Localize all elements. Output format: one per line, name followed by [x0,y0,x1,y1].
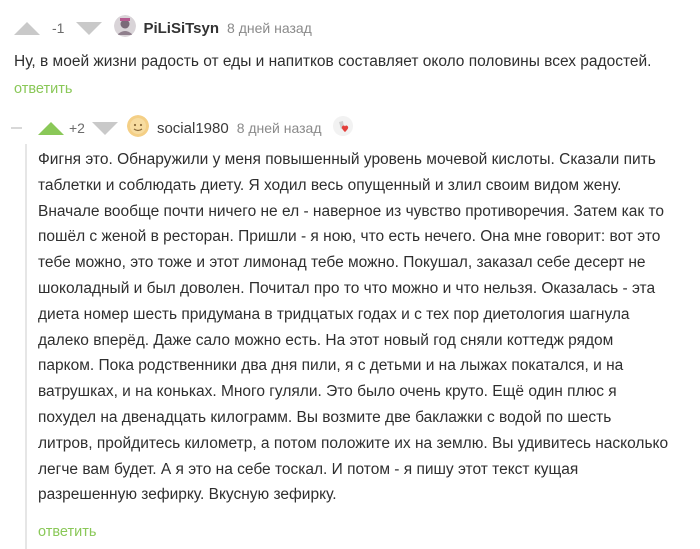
comment-1-header: -1 PiLiSiTsyn 8 дней назад [14,14,312,42]
upvote-arrow-icon[interactable] [14,21,40,35]
comment-rating: -1 [52,20,65,36]
comment-text-line: парком. Пока родственники два дня пили, … [38,357,624,375]
comment-text-line: диета номер шесть придумана в тридцатых … [38,305,630,323]
comment-text-line: Фигня это. Обнаружили у меня повышенный … [38,151,656,168]
reply-link[interactable]: ответить [14,81,72,97]
thread-line[interactable] [25,144,27,549]
avatar[interactable] [126,114,149,142]
comment-2-header: +2 social1980 8 дней назад [38,114,354,142]
comment-rating: +2 [69,120,85,136]
downvote-arrow-icon[interactable] [91,121,118,135]
upvote-arrow-icon[interactable] [38,121,64,135]
comment-text-line: далеко вперёд. Даже сало можно есть. На … [38,331,614,349]
comment-text-line: Вначале вообще почти ничего не ел - наве… [38,202,665,220]
comment-text-line: литров, пройдитесь километр, а потом пол… [38,434,669,452]
comment-text: Фигня это. Обнаружили у меня повышенный … [38,147,698,508]
downvote-arrow-icon[interactable] [76,21,103,35]
comment-text-line: разрешенную зефирку. Вкусную зефирку. [38,486,337,504]
comment-username[interactable]: PiLiSiTsyn [143,20,219,37]
comment-text-line: тебе можно, это тоже и этот лимонад тебе… [38,254,646,272]
comment-text-line: легче вам будет. А я это на себе тоскал.… [38,460,579,478]
reply-link[interactable]: ответить [38,524,96,540]
collapse-thread-control[interactable] [11,127,22,129]
comment-text-line: похудел на двенадцать килограмм. Вы возм… [38,408,612,426]
comment-text-line: таблетки и соблюдать диету. Я ходил весь… [38,176,622,194]
avatar[interactable] [114,14,137,42]
comment-time: 8 дней назад [227,20,312,36]
comment-text-line: шоколадный и был доволен. Почитал про то… [38,279,656,297]
comment-username[interactable]: social1980 [157,120,229,137]
comment-time: 8 дней назад [236,120,322,136]
award-heart-icon[interactable] [332,115,354,142]
comment-text-line: ватрушках, и на коньках. Много гуляли. Э… [38,383,617,401]
comment-text-line: пошёл с женой в ресторан. Пришли - я ною… [38,228,661,246]
comment-text: Ну, в моей жизни радость от еды и напитк… [14,53,652,70]
